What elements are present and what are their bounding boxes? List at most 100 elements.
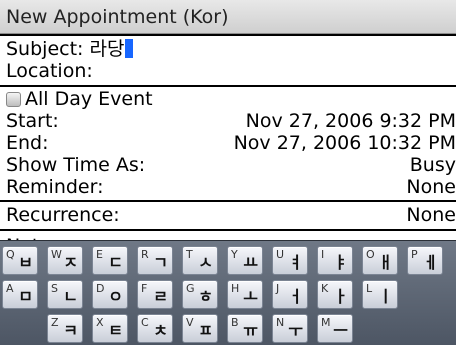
key-latin-label: N xyxy=(276,316,285,329)
key-hangul-label: ㅑ xyxy=(333,253,348,272)
key-q[interactable]: Qㅂ xyxy=(2,246,38,275)
window-title: New Appointment (Kor) xyxy=(0,0,456,34)
key-m[interactable]: Mㅡ xyxy=(317,314,353,343)
key-latin-label: C xyxy=(141,316,149,329)
key-y[interactable]: Yㅛ xyxy=(227,246,263,275)
key-hangul-label: ㄷ xyxy=(108,253,123,272)
key-p[interactable]: Pㅔ xyxy=(407,246,443,275)
key-e[interactable]: Eㄷ xyxy=(92,246,128,275)
key-hangul-label: ㅔ xyxy=(423,253,438,272)
key-hangul-label: ㅊ xyxy=(153,321,168,340)
key-hangul-label: ㅈ xyxy=(63,253,78,272)
key-j[interactable]: Jㅓ xyxy=(272,280,308,309)
location-field[interactable]: Location: xyxy=(6,61,456,82)
key-b[interactable]: Bㅠ xyxy=(227,314,263,343)
key-i[interactable]: Iㅑ xyxy=(317,246,353,275)
show-time-value[interactable]: Busy xyxy=(410,155,456,176)
key-latin-label: O xyxy=(366,248,375,261)
key-latin-label: J xyxy=(276,282,280,295)
key-hangul-label: ㅛ xyxy=(243,253,258,272)
key-hangul-label: ㅍ xyxy=(198,321,213,340)
key-latin-label: M xyxy=(321,316,331,329)
key-a[interactable]: Aㅁ xyxy=(2,280,38,309)
key-latin-label: R xyxy=(141,248,149,261)
checkbox-icon[interactable] xyxy=(6,92,21,107)
key-d[interactable]: Dㅇ xyxy=(92,280,128,309)
subject-label: Subject: xyxy=(6,39,84,60)
key-hangul-label: ㄹ xyxy=(153,287,168,306)
start-label: Start: xyxy=(6,111,59,132)
key-latin-label: Z xyxy=(51,316,59,329)
key-hangul-label: ㅗ xyxy=(243,287,258,306)
key-latin-label: Y xyxy=(231,248,238,261)
recurrence-label: Recurrence: xyxy=(6,205,120,226)
key-latin-label: E xyxy=(96,248,103,261)
key-z[interactable]: Zㅋ xyxy=(47,314,83,343)
key-hangul-label: ㄱ xyxy=(153,253,168,272)
key-latin-label: V xyxy=(186,316,194,329)
end-label: End: xyxy=(6,133,49,154)
key-l[interactable]: Lㅣ xyxy=(362,280,398,309)
key-latin-label: D xyxy=(96,282,105,295)
key-hangul-label: ㅣ xyxy=(378,287,393,306)
key-hangul-label: ㅇ xyxy=(108,287,123,306)
key-hangul-label: ㅋ xyxy=(63,321,78,340)
key-h[interactable]: Hㅗ xyxy=(227,280,263,309)
key-s[interactable]: Sㄴ xyxy=(47,280,83,309)
key-hangul-label: ㅐ xyxy=(378,253,393,272)
key-latin-label: W xyxy=(51,248,62,261)
key-g[interactable]: Gㅎ xyxy=(182,280,218,309)
key-hangul-label: ㅌ xyxy=(108,321,123,340)
key-w[interactable]: Wㅈ xyxy=(47,246,83,275)
divider xyxy=(0,85,456,87)
key-u[interactable]: Uㅕ xyxy=(272,246,308,275)
key-c[interactable]: Cㅊ xyxy=(137,314,173,343)
location-label: Location: xyxy=(6,61,93,82)
key-hangul-label: ㅁ xyxy=(18,287,33,306)
key-hangul-label: ㅏ xyxy=(333,287,348,306)
start-field[interactable]: Start: Nov 27, 2006 9:32 PM xyxy=(6,111,456,132)
key-latin-label: X xyxy=(96,316,104,329)
show-time-as-field[interactable]: Show Time As: Busy xyxy=(6,155,456,176)
divider xyxy=(0,200,456,202)
key-latin-label: B xyxy=(231,316,239,329)
recurrence-field[interactable]: Recurrence: None xyxy=(6,205,456,226)
all-day-event-checkbox[interactable]: All Day Event xyxy=(6,89,456,110)
key-latin-label: L xyxy=(366,282,373,295)
reminder-label: Reminder: xyxy=(6,177,104,198)
subject-row: Subject: 라당 xyxy=(6,39,134,60)
key-hangul-label: ㅓ xyxy=(288,287,303,306)
reminder-value[interactable]: None xyxy=(406,177,456,198)
key-hangul-label: ㅅ xyxy=(198,253,213,272)
subject-field[interactable]: Subject: 라당 xyxy=(6,39,456,60)
key-latin-label: P xyxy=(411,248,418,261)
korean-keyboard: QㅂWㅈEㄷRㄱTㅅYㅛUㅕIㅑOㅐPㅔAㅁSㄴDㅇFㄹGㅎHㅗJㅓKㅏLㅣZㅋ… xyxy=(0,240,456,345)
key-latin-label: Q xyxy=(6,248,15,261)
end-field[interactable]: End: Nov 27, 2006 10:32 PM xyxy=(6,133,456,154)
key-k[interactable]: Kㅏ xyxy=(317,280,353,309)
key-latin-label: F xyxy=(141,282,148,295)
key-hangul-label: ㅜ xyxy=(288,321,303,340)
key-n[interactable]: Nㅜ xyxy=(272,314,308,343)
key-hangul-label: ㅡ xyxy=(333,321,348,340)
reminder-field[interactable]: Reminder: None xyxy=(6,177,456,198)
text-cursor xyxy=(125,39,134,58)
key-hangul-label: ㅎ xyxy=(198,287,213,306)
recurrence-value[interactable]: None xyxy=(406,205,456,226)
subject-input[interactable]: 라당 xyxy=(89,39,124,60)
end-value[interactable]: Nov 27, 2006 10:32 PM xyxy=(234,133,456,154)
key-v[interactable]: Vㅍ xyxy=(182,314,218,343)
key-latin-label: T xyxy=(186,248,193,261)
key-x[interactable]: Xㅌ xyxy=(92,314,128,343)
divider xyxy=(0,34,456,36)
show-time-label: Show Time As: xyxy=(6,155,146,176)
key-hangul-label: ㄴ xyxy=(63,287,78,306)
key-t[interactable]: Tㅅ xyxy=(182,246,218,275)
key-latin-label: I xyxy=(321,248,325,261)
key-r[interactable]: Rㄱ xyxy=(137,246,173,275)
key-o[interactable]: Oㅐ xyxy=(362,246,398,275)
key-latin-label: A xyxy=(6,282,14,295)
key-f[interactable]: Fㄹ xyxy=(137,280,173,309)
start-value[interactable]: Nov 27, 2006 9:32 PM xyxy=(246,111,456,132)
divider xyxy=(0,229,456,231)
